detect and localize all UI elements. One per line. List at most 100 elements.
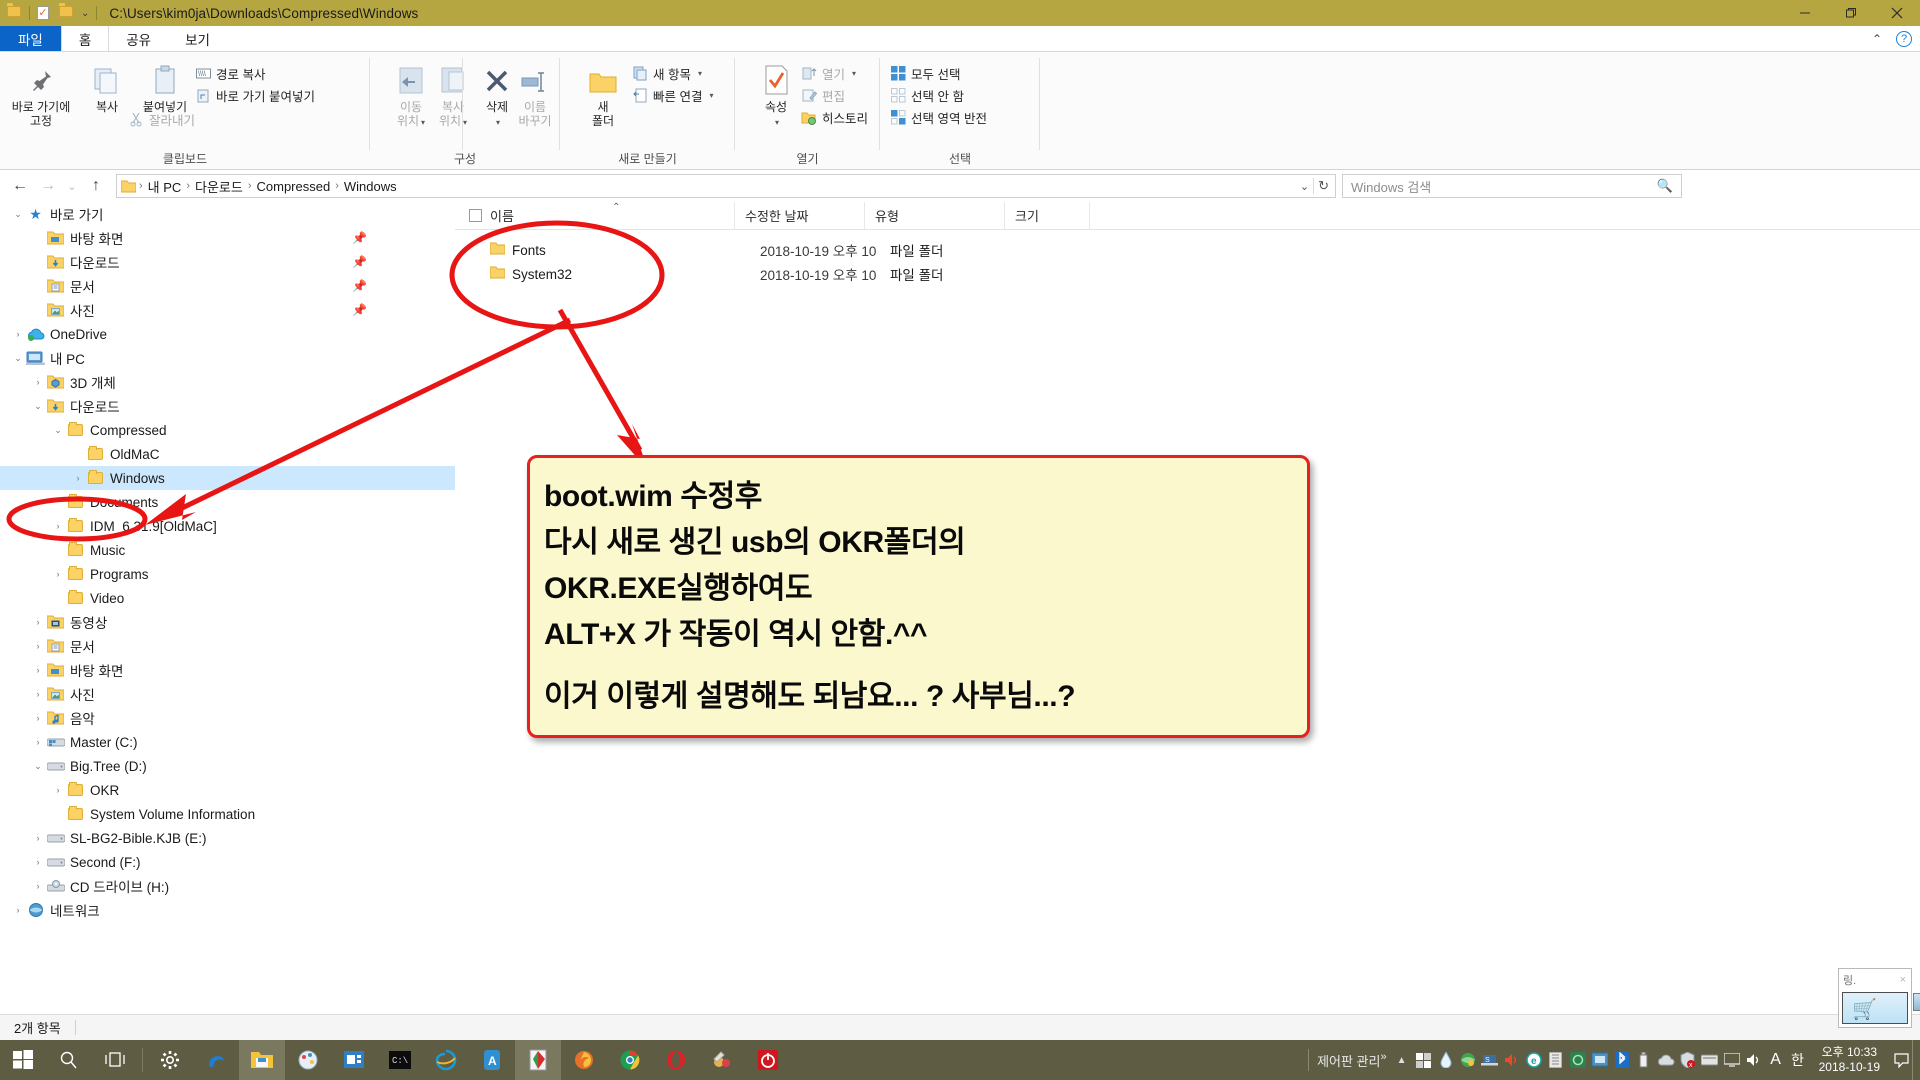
chevron-right-icon[interactable]: ›	[30, 617, 46, 627]
tree-item-문서[interactable]: › 문서	[0, 634, 455, 658]
tray-label[interactable]: 제어판 관리»	[1317, 1051, 1391, 1070]
tray-overflow-chevron-icon[interactable]: ▲	[1391, 1040, 1413, 1080]
breadcrumb-item-mypc[interactable]: 내 PC	[144, 177, 186, 196]
edge-icon[interactable]	[193, 1040, 239, 1080]
tree-item-바탕-화면[interactable]: › 바탕 화면	[0, 658, 455, 682]
forward-arrow-icon[interactable]: →	[34, 172, 62, 200]
file-row[interactable]: System32 2018-10-19 오후 10 파일 폴더	[455, 262, 1920, 286]
tree-item-3d-개체[interactable]: › 3D 개체	[0, 370, 455, 394]
close-icon[interactable]: ×	[1900, 974, 1911, 986]
breadcrumb-item-compressed[interactable]: Compressed	[253, 179, 335, 194]
chevron-down-icon[interactable]: ▾	[709, 91, 713, 100]
paste-shortcut-button[interactable]: 바로 가기 붙여넣기	[195, 86, 315, 105]
widget-side-thumbnail[interactable]	[1913, 993, 1920, 1011]
tree-item-windows[interactable]: › Windows	[0, 466, 455, 490]
paste-button[interactable]: 붙여넣기	[128, 60, 202, 114]
chrome-icon[interactable]	[607, 1040, 653, 1080]
open-button[interactable]: 열기 ▾	[801, 64, 856, 83]
tree-item-바로-가기[interactable]: ⌄ ★ 바로 가기	[0, 202, 455, 226]
chevron-down-icon[interactable]: ⌄	[1300, 180, 1309, 193]
settings-gear-icon[interactable]	[147, 1040, 193, 1080]
display-icon[interactable]	[1721, 1040, 1743, 1080]
tree-item-idm-6-31-9-oldmac-[interactable]: › IDM_6.31.9[OldMaC]	[0, 514, 455, 538]
tree-item-동영상[interactable]: › 동영상	[0, 610, 455, 634]
pin-icon[interactable]: 📌	[352, 255, 367, 269]
chevron-up-icon[interactable]: ⌃	[1872, 32, 1882, 46]
column-header-date[interactable]: 수정한 날짜	[735, 201, 865, 230]
tree-item-oldmac[interactable]: OldMaC	[0, 442, 455, 466]
folder-icon[interactable]	[7, 5, 22, 21]
tree-item-big-tree-d-[interactable]: ⌄ Big.Tree (D:)	[0, 754, 455, 778]
restore-icon[interactable]	[1828, 0, 1874, 26]
column-header-size[interactable]: 크기	[1005, 201, 1090, 230]
paint-icon[interactable]	[285, 1040, 331, 1080]
chevron-down-icon[interactable]: ⌄	[10, 353, 26, 364]
history-button[interactable]: 히스토리	[801, 108, 868, 127]
color-app-icon[interactable]	[699, 1040, 745, 1080]
search-icon[interactable]	[46, 1040, 92, 1080]
book-icon[interactable]	[1545, 1040, 1567, 1080]
chevron-down-icon[interactable]: ⌄	[30, 401, 46, 412]
monitor-icon[interactable]	[1589, 1040, 1611, 1080]
app-tiles-icon[interactable]	[1413, 1040, 1435, 1080]
green-shield-icon[interactable]	[1567, 1040, 1589, 1080]
tree-item-programs[interactable]: › Programs	[0, 562, 455, 586]
select-all-button[interactable]: 모두 선택	[890, 64, 960, 83]
usb-icon[interactable]	[1633, 1040, 1655, 1080]
refresh-icon[interactable]: ↻	[1318, 178, 1329, 194]
close-icon[interactable]	[1874, 0, 1920, 26]
chevron-right-icon[interactable]: ›	[30, 713, 46, 723]
tree-item-sl-bg2-bible-kjb-e-[interactable]: › SL-BG2-Bible.KJB (E:)	[0, 826, 455, 850]
help-icon[interactable]: ?	[1896, 31, 1912, 47]
chevron-right-icon[interactable]: ›	[30, 737, 46, 747]
search-icon[interactable]: 🔍	[1657, 178, 1673, 194]
power-app-icon[interactable]	[745, 1040, 791, 1080]
water-drop-icon[interactable]	[1435, 1040, 1457, 1080]
s-laptop-icon[interactable]: S	[1479, 1040, 1501, 1080]
tab-home[interactable]: 홈	[60, 26, 110, 51]
chevron-right-icon[interactable]: ›	[50, 569, 66, 579]
bluetooth-icon[interactable]	[1611, 1040, 1633, 1080]
up-arrow-icon[interactable]: ↑	[82, 172, 110, 200]
windows-start-icon[interactable]	[0, 1040, 46, 1080]
volume-mute-icon[interactable]	[1501, 1040, 1523, 1080]
file-row[interactable]: Fonts 2018-10-19 오후 10 파일 폴더	[455, 238, 1920, 262]
chevron-right-icon[interactable]: ›	[50, 521, 66, 531]
tray-overflow-icon[interactable]: »	[1380, 1051, 1386, 1063]
speaker-icon[interactable]	[1743, 1040, 1765, 1080]
chevron-right-icon[interactable]: ›	[50, 785, 66, 795]
ime-korean-icon[interactable]: 한	[1787, 1040, 1809, 1080]
floating-thumbnail-widget[interactable]: 링. × 🛒	[1838, 968, 1920, 1028]
chevron-right-icon[interactable]: ›	[30, 881, 46, 891]
pin-to-quick-access-button[interactable]: 바로 가기에 고정	[4, 60, 78, 128]
chevron-right-icon[interactable]: ›	[10, 329, 26, 339]
tree-item-사진[interactable]: 사진 📌	[0, 298, 455, 322]
tree-item-문서[interactable]: 문서 📌	[0, 274, 455, 298]
chevron-down-icon[interactable]: ⌄	[30, 761, 46, 772]
tree-item-documents[interactable]: Documents	[0, 490, 455, 514]
edit-button[interactable]: 편집	[801, 86, 845, 105]
search-box[interactable]: Windows 검색 🔍	[1342, 174, 1682, 198]
tree-item-내-pc[interactable]: ⌄ 내 PC	[0, 346, 455, 370]
command-prompt-icon[interactable]: C:\	[377, 1040, 423, 1080]
chevron-right-icon[interactable]: ›	[30, 833, 46, 843]
file-name-cell[interactable]: Fonts	[455, 242, 750, 258]
tree-item-compressed[interactable]: ⌄ Compressed	[0, 418, 455, 442]
column-header-type[interactable]: 유형	[865, 201, 1005, 230]
breadcrumb-item-windows[interactable]: Windows	[340, 179, 401, 194]
show-desktop-button[interactable]	[1912, 1040, 1920, 1080]
chevron-down-icon[interactable]: ⌄	[10, 209, 26, 220]
chevron-right-icon[interactable]: ›	[30, 857, 46, 867]
tree-item-okr[interactable]: › OKR	[0, 778, 455, 802]
firefox-icon[interactable]	[561, 1040, 607, 1080]
tree-item-사진[interactable]: › 사진	[0, 682, 455, 706]
chevron-right-icon[interactable]: ›	[10, 905, 26, 915]
tree-item-바탕-화면[interactable]: 바탕 화면 📌	[0, 226, 455, 250]
chevron-down-icon[interactable]: ▾	[852, 69, 856, 78]
internet-explorer-icon[interactable]	[423, 1040, 469, 1080]
file-name-cell[interactable]: System32	[455, 266, 750, 282]
task-view-icon[interactable]	[92, 1040, 138, 1080]
breadcrumb-item-downloads[interactable]: 다운로드	[191, 177, 247, 196]
chevron-right-icon[interactable]: ›	[30, 665, 46, 675]
file-explorer-icon[interactable]	[239, 1040, 285, 1080]
